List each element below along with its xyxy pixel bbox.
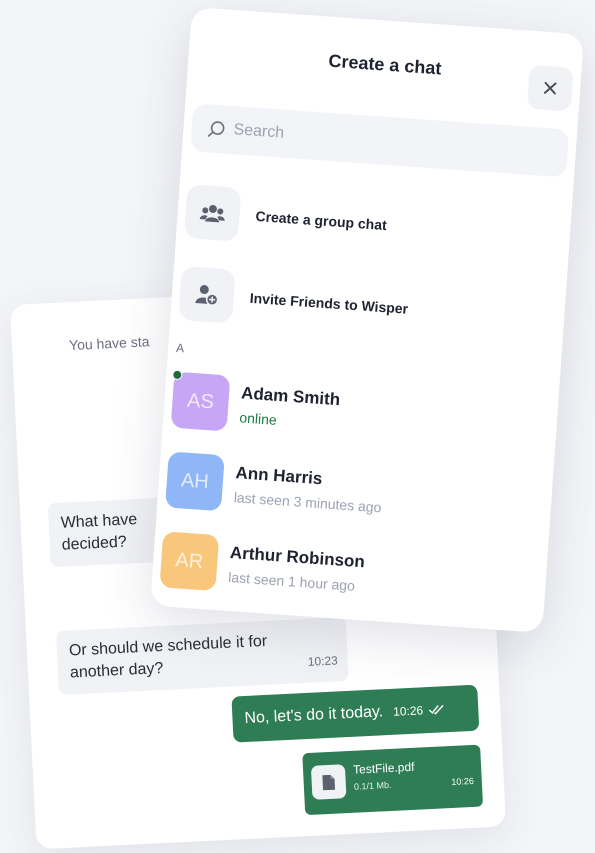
message-time: 10:26 xyxy=(392,703,424,719)
message-text: Or should we schedule it for another day… xyxy=(68,632,268,682)
avatar-initials: AH xyxy=(180,468,210,493)
invite-friends-button[interactable]: Invite Friends to Wisper xyxy=(178,265,410,337)
contact-status: online xyxy=(238,409,278,428)
online-indicator xyxy=(171,369,183,381)
contact-name: Arthur Robinson xyxy=(229,543,366,572)
create-chat-modal: Create a chat Search Create a group chat xyxy=(150,7,585,633)
avatar: AS xyxy=(170,369,231,432)
contact-name: Adam Smith xyxy=(240,383,341,410)
contact-item[interactable]: AS Adam Smith online xyxy=(170,369,342,441)
outgoing-message[interactable]: No, let's do it today. 10:26 xyxy=(231,684,480,743)
message-text: No, let's do it today. xyxy=(244,703,384,728)
create-group-chat-button[interactable]: Create a group chat xyxy=(183,183,389,253)
action-label: Create a group chat xyxy=(255,207,388,234)
contact-status: last seen 1 hour ago xyxy=(227,568,356,594)
close-button[interactable] xyxy=(526,64,574,112)
close-icon xyxy=(543,81,557,95)
file-size: 0.1/1 Mb. xyxy=(353,779,392,792)
avatar: AH xyxy=(165,451,225,512)
contact-status: last seen 3 minutes ago xyxy=(233,489,382,516)
file-message[interactable]: TestFile.pdf 0.1/1 Mb. 10:26 xyxy=(302,744,484,816)
search-icon xyxy=(207,121,225,137)
search-placeholder: Search xyxy=(232,121,285,142)
message-time: 10:26 xyxy=(451,775,475,788)
double-check-icon xyxy=(428,704,444,715)
contact-item[interactable]: AR Arthur Robinson last seen 1 hour ago xyxy=(159,530,366,602)
message-text: What have decided? xyxy=(60,511,138,554)
incoming-message[interactable]: Or should we schedule it for another day… xyxy=(55,616,349,696)
modal-title: Create a chat xyxy=(327,50,443,79)
avatar-initials: AR xyxy=(174,548,204,573)
message-time: 10:23 xyxy=(307,653,339,669)
add-user-icon xyxy=(178,265,236,324)
avatar: AR xyxy=(159,531,220,592)
document-icon xyxy=(310,764,347,800)
contact-name: Ann Harris xyxy=(234,463,323,489)
action-label: Invite Friends to Wisper xyxy=(249,289,409,317)
file-name: TestFile.pdf xyxy=(352,759,415,777)
search-input[interactable]: Search xyxy=(189,103,570,178)
section-letter: A xyxy=(175,340,185,356)
group-icon xyxy=(183,184,242,242)
contact-item[interactable]: AH Ann Harris last seen 3 minutes ago xyxy=(165,450,384,523)
system-message: You have sta xyxy=(68,333,150,354)
avatar-initials: AS xyxy=(186,389,215,413)
